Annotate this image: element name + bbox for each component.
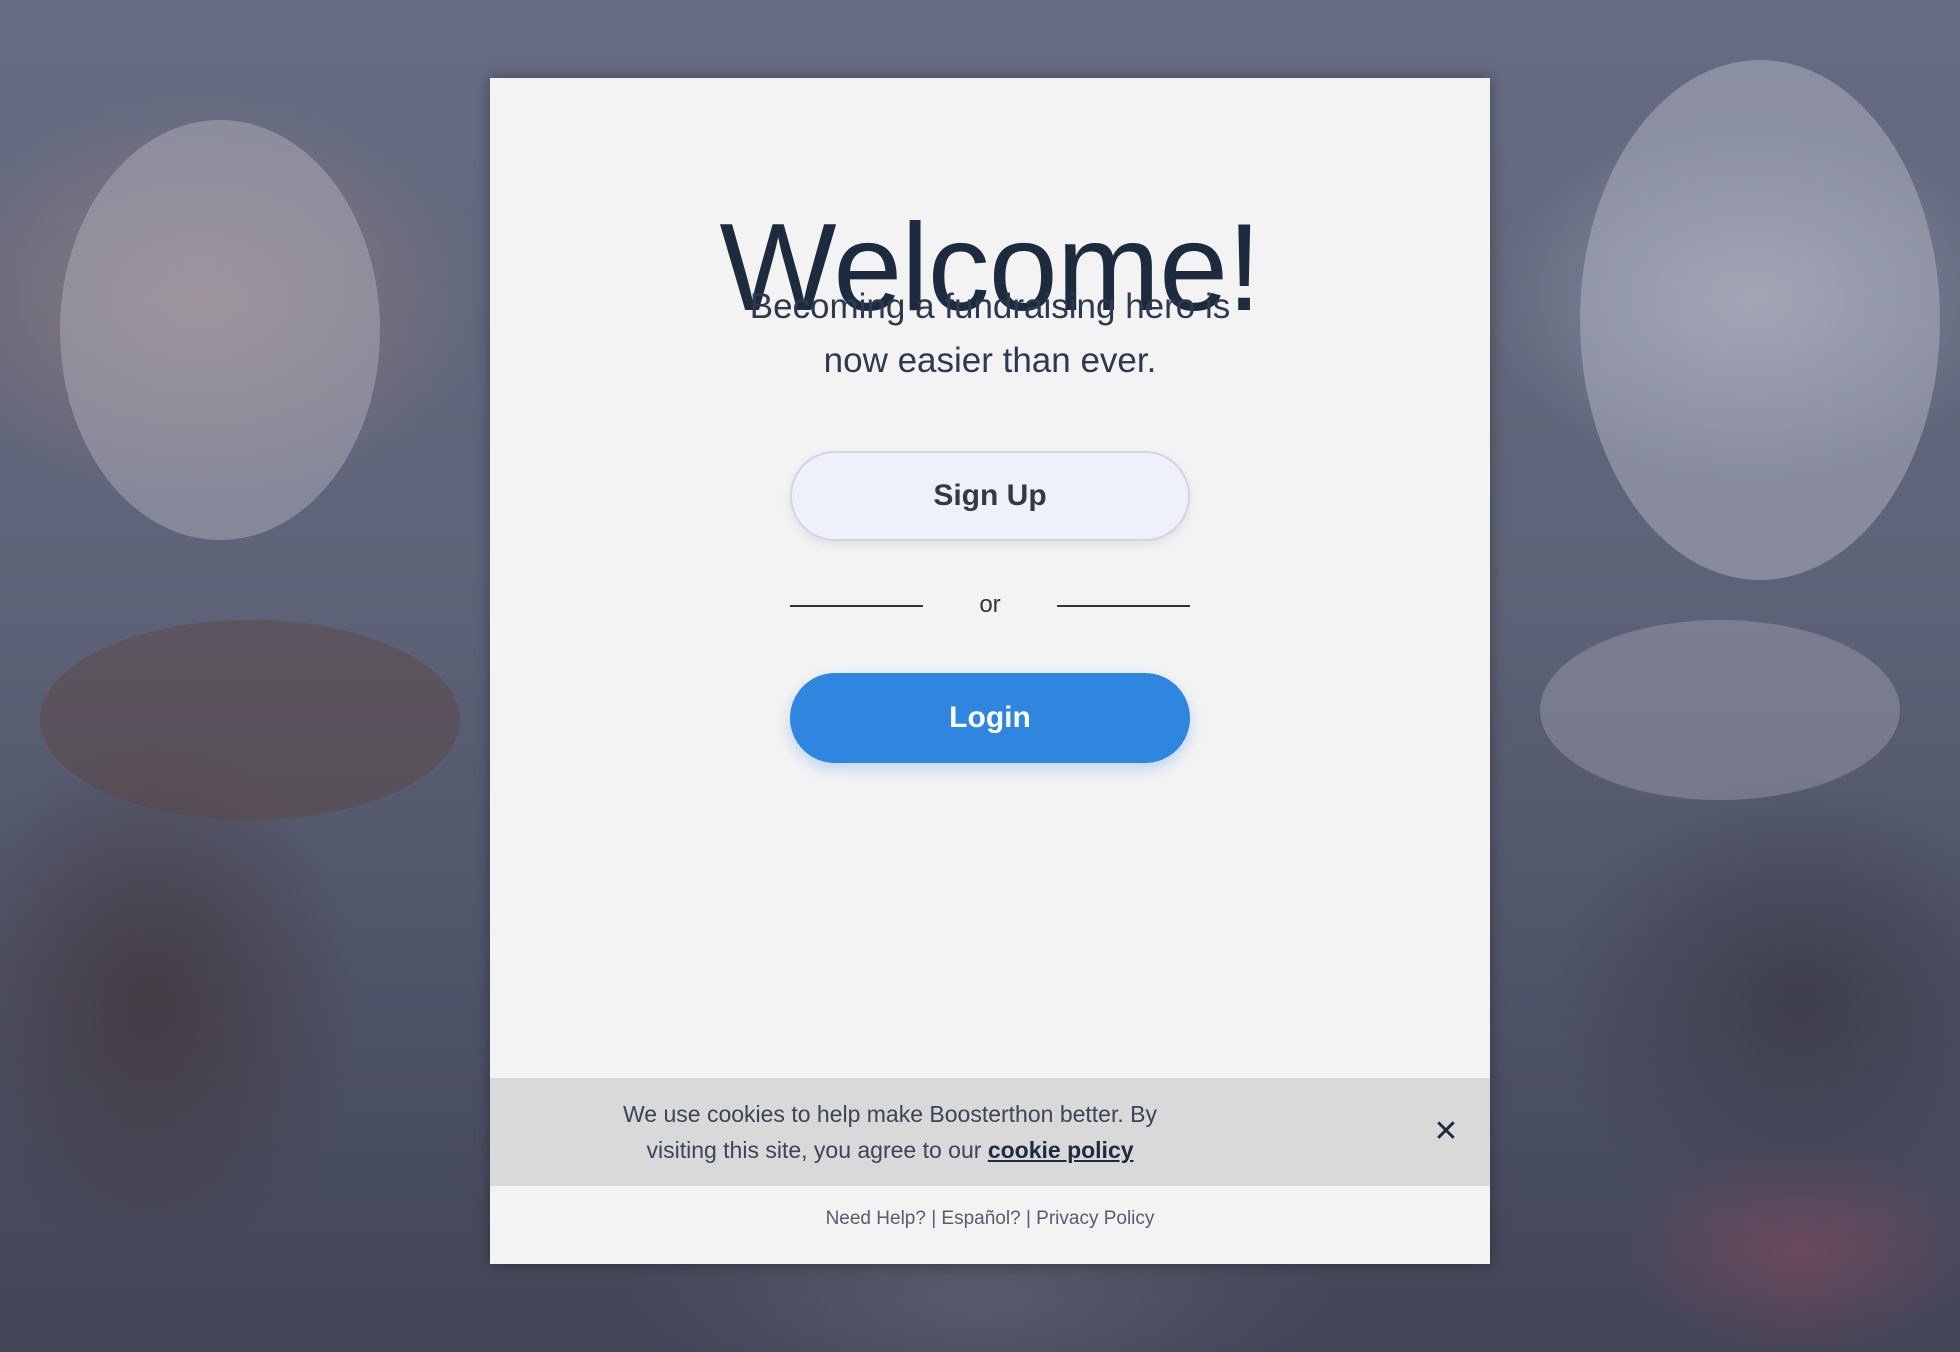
divider-line-right [1057,605,1190,607]
login-button[interactable]: Login [790,673,1190,763]
cookie-banner: We use cookies to help make Boosterthon … [490,1078,1490,1186]
bg-shape [1580,60,1940,580]
need-help-link[interactable]: Need Help? [826,1208,926,1229]
cookie-policy-link[interactable]: cookie policy [988,1137,1134,1163]
or-divider: or [790,590,1190,620]
privacy-policy-link[interactable]: Privacy Policy [1036,1208,1154,1229]
signup-button[interactable]: Sign Up [790,451,1190,541]
subtitle: Becoming a fundraising hero is now easie… [749,287,1231,380]
welcome-card: Welcome! Becoming a fundraising hero is … [490,78,1490,1264]
close-icon[interactable]: ✕ [1428,1114,1464,1150]
bg-shape [40,620,460,820]
bg-shape [1540,620,1900,800]
spanish-link[interactable]: Español? [941,1208,1020,1229]
footer-separator: | [931,1208,937,1229]
footer: Need Help? | Español? | Privacy Policy [490,1204,1490,1234]
footer-separator: | [1025,1208,1031,1229]
cookie-message: We use cookies to help make Boosterthon … [590,1096,1190,1168]
bg-shape [60,120,380,540]
